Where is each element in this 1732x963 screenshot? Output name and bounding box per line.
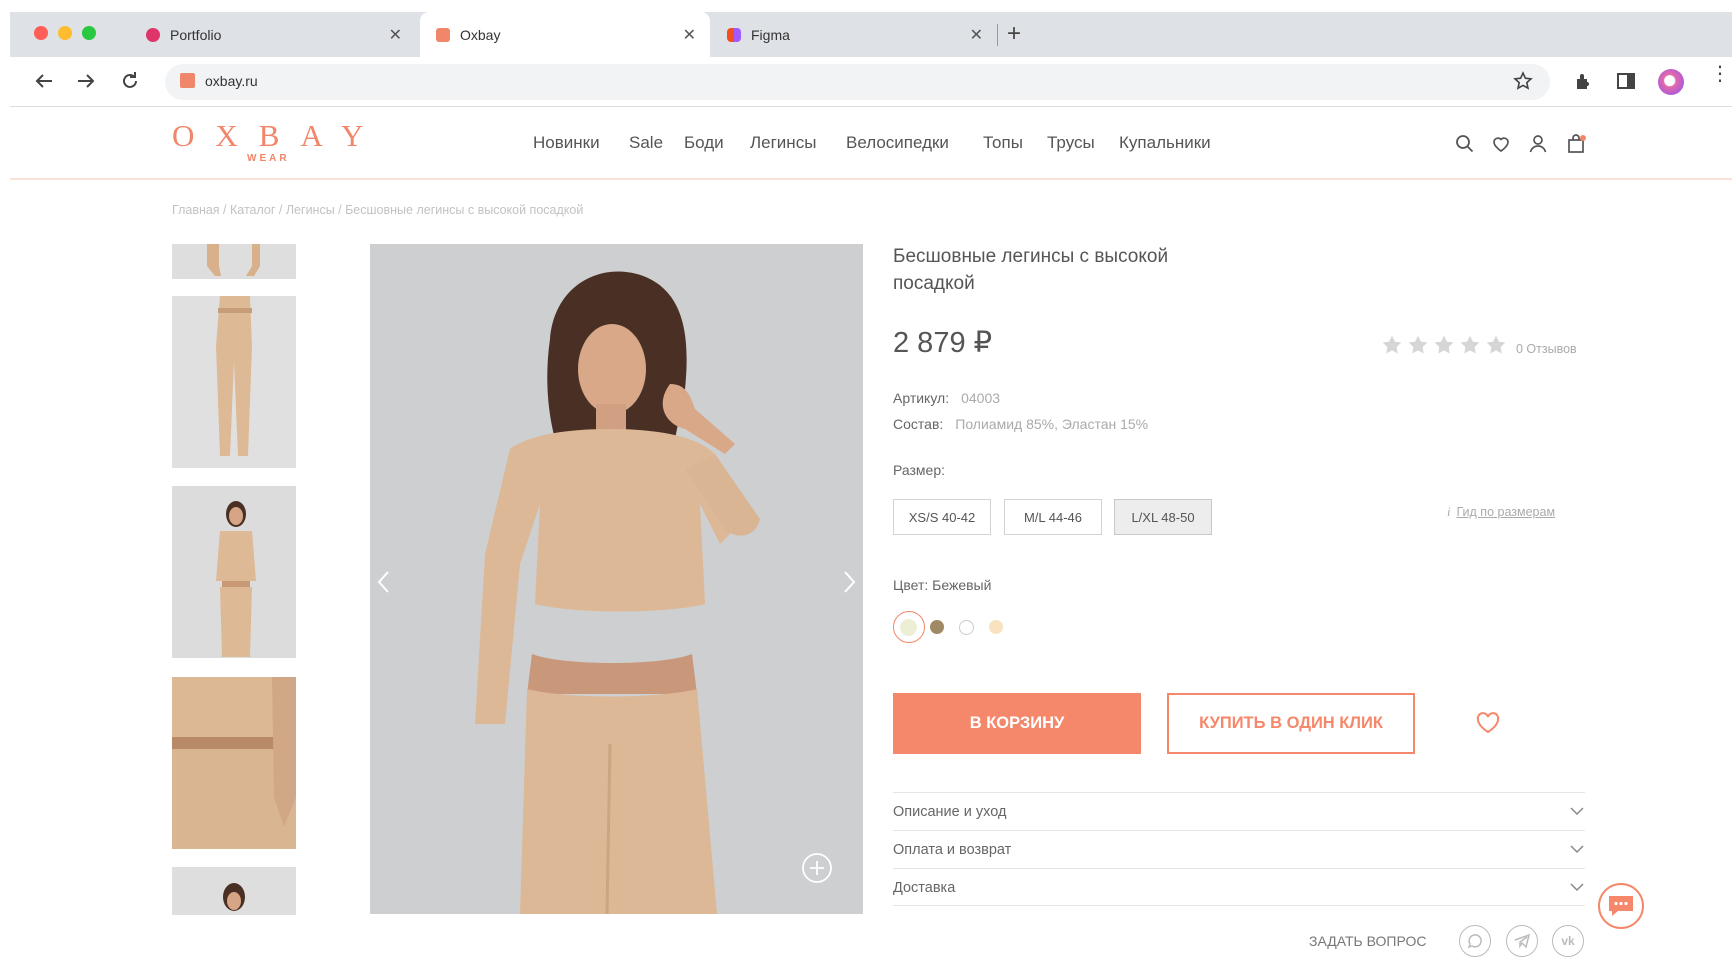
accordion-title: Описание и уход [893, 804, 1007, 820]
next-arrow-icon[interactable] [841, 569, 857, 595]
composition-row: Состав: Полиамид 85%, Эластан 15% [893, 416, 1148, 432]
info-icon: i [1447, 505, 1451, 519]
reviews-count[interactable]: 0 Отзывов [1516, 342, 1577, 356]
close-window-icon[interactable] [34, 26, 48, 40]
nav-novinki[interactable]: Новинки [533, 133, 600, 153]
side-panel-icon[interactable] [1616, 71, 1636, 91]
nav-bodi[interactable]: Боди [684, 133, 724, 153]
close-icon[interactable]: ✕ [683, 25, 696, 45]
product-price: 2 879 ₽ [893, 327, 993, 359]
accordion-payment[interactable]: Оплата и возврат [893, 830, 1585, 868]
nav-trusy[interactable]: Трусы [1047, 133, 1095, 153]
thumbnail-image[interactable] [172, 486, 296, 658]
rating-star-icon [1434, 335, 1454, 354]
tab-label: Figma [751, 26, 790, 43]
chat-bubble-icon [1609, 896, 1633, 916]
color-swatch-cream[interactable] [989, 620, 1003, 634]
rating-star-icon [1460, 335, 1480, 354]
breadcrumb[interactable]: Главная / Каталог / Легинсы / Бесшовные … [172, 203, 583, 217]
accordion-title: Доставка [893, 880, 956, 896]
chevron-down-icon [1570, 845, 1584, 854]
color-label: Цвет: Бежевый [893, 577, 992, 593]
back-arrow-icon[interactable] [33, 70, 55, 92]
rating-star-icon [1408, 335, 1428, 354]
maximize-window-icon[interactable] [82, 26, 96, 40]
product-title-line: Бесшовные легинсы с высокой [893, 246, 1169, 267]
tab-divider [997, 24, 998, 46]
article-row: Артикул: 04003 [893, 390, 1000, 406]
tab-label: Oxbay [460, 26, 501, 43]
search-icon[interactable] [1454, 133, 1476, 155]
thumbnail-image[interactable] [172, 677, 296, 849]
rating-star-icon [1382, 335, 1402, 354]
nav-topy[interactable]: Топы [983, 133, 1023, 153]
tab-oxbay[interactable]: Oxbay ✕ [420, 12, 710, 57]
reload-icon[interactable] [119, 70, 141, 92]
telegram-icon[interactable] [1506, 925, 1538, 957]
tab-figma[interactable]: Figma ✕ [727, 12, 997, 57]
close-icon[interactable]: ✕ [970, 25, 983, 45]
size-option-l-xl[interactable]: L/XL 48-50 [1114, 499, 1212, 535]
rating-stars [1380, 334, 1508, 356]
article-label: Артикул: [893, 390, 950, 406]
rating-star-icon [1486, 335, 1506, 354]
chat-widget-button[interactable] [1598, 883, 1644, 929]
add-to-cart-button[interactable]: В КОРЗИНУ [893, 693, 1141, 754]
ask-question-label: ЗАДАТЬ ВОПРОС [1309, 933, 1427, 949]
main-product-photo[interactable] [370, 244, 863, 914]
size-option-xs-s[interactable]: XS/S 40-42 [893, 499, 991, 535]
whatsapp-icon[interactable] [1459, 925, 1491, 957]
accordion-delivery[interactable]: Доставка [893, 868, 1585, 906]
thumbnail-image[interactable] [172, 296, 296, 468]
size-option-m-l[interactable]: M/L 44-46 [1004, 499, 1102, 535]
chevron-down-icon [1570, 807, 1584, 816]
browser-menu-icon[interactable]: ⋮ [1710, 64, 1730, 84]
url-text[interactable]: oxbay.ru [205, 73, 258, 89]
nav-sale[interactable]: Sale [629, 133, 663, 153]
nav-velosipedki[interactable]: Велосипедки [846, 133, 949, 153]
nav-kupalniki[interactable]: Купальники [1119, 133, 1211, 153]
size-guide-text: Гид по размерам [1456, 505, 1556, 519]
product-title: Бесшовные легинсы с высокой посадкой [893, 243, 1168, 297]
site-logo[interactable]: OXBAY [172, 118, 384, 154]
minimize-window-icon[interactable] [58, 26, 72, 40]
tab-portfolio[interactable]: Portfolio ✕ [146, 12, 416, 57]
forward-arrow-icon[interactable] [75, 70, 97, 92]
figma-icon [727, 27, 741, 42]
site-logo-subtitle: WEAR [247, 153, 290, 164]
extensions-puzzle-icon[interactable] [1573, 71, 1595, 93]
zoom-plus-icon[interactable] [800, 851, 834, 885]
site-favicon-icon [180, 73, 195, 88]
nav-leginsy[interactable]: Легинсы [750, 133, 816, 153]
address-bar[interactable] [165, 64, 1550, 100]
color-swatch-brown[interactable] [930, 620, 944, 634]
accordion-description[interactable]: Описание и уход [893, 792, 1585, 830]
color-swatch-white[interactable] [959, 620, 974, 635]
bookmark-star-icon[interactable] [1513, 71, 1533, 91]
vk-icon[interactable]: vk [1552, 925, 1584, 957]
accordion-title: Оплата и возврат [893, 842, 1012, 858]
dribbble-icon [146, 27, 160, 42]
thumbnail-image[interactable] [172, 867, 296, 915]
tab-label: Portfolio [170, 26, 222, 43]
chevron-down-icon [1570, 883, 1584, 892]
buy-one-click-button[interactable]: КУПИТЬ В ОДИН КЛИК [1167, 693, 1415, 754]
size-guide-link[interactable]: i Гид по размерам [1447, 505, 1555, 520]
color-swatch-beige-light[interactable] [900, 619, 917, 636]
profile-avatar[interactable] [1658, 69, 1684, 95]
cart-bag-icon[interactable] [1565, 133, 1587, 155]
new-tab-button[interactable]: + [1007, 20, 1021, 48]
product-title-line: посадкой [893, 273, 975, 294]
user-account-icon[interactable] [1527, 133, 1549, 155]
add-to-favorites-heart-icon[interactable] [1475, 711, 1501, 735]
oxbay-favicon-icon [436, 27, 450, 42]
thumbnail-image[interactable] [172, 244, 296, 279]
size-label: Размер: [893, 462, 946, 478]
close-icon[interactable]: ✕ [389, 25, 402, 45]
composition-value: Полиамид 85%, Эластан 15% [955, 416, 1149, 432]
composition-label: Состав: [893, 416, 944, 432]
favorites-heart-icon[interactable] [1490, 133, 1512, 155]
prev-arrow-icon[interactable] [376, 569, 392, 595]
article-value: 04003 [961, 390, 1001, 406]
